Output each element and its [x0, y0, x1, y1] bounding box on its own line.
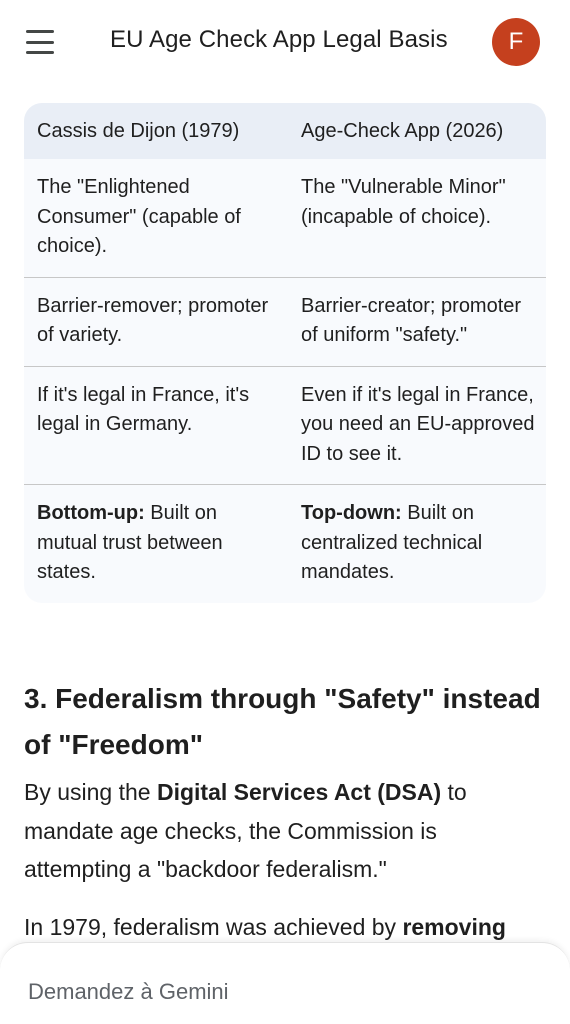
- cell-text: Barrier-creator; promoter of uniform "sa…: [301, 294, 522, 347]
- table-cell: Barrier-remover; promoter of variety.: [24, 277, 290, 366]
- cell-text: Even if it's legal in France, you need a…: [301, 383, 535, 465]
- conversation-title: EU Age Check App Legal Basis: [110, 26, 448, 53]
- table-header-cell: Cassis de Dijon (1979): [37, 120, 240, 142]
- table-header-row: Cassis de Dijon (1979) Age-Check App (20…: [24, 103, 546, 159]
- menu-icon[interactable]: [26, 30, 56, 54]
- section-heading: 3. Federalism through "Safety" instead o…: [24, 683, 541, 760]
- top-app-bar: EU Age Check App Legal Basis F: [0, 0, 570, 86]
- cell-text: The "Enlightened Consumer" (capable of c…: [37, 176, 241, 257]
- table-cell: Even if it's legal in France, you need a…: [290, 366, 546, 485]
- paragraph-text: In 1979, federalism was achieved by: [24, 914, 403, 940]
- prompt-input-bar[interactable]: Demandez à Gemini: [0, 942, 570, 1024]
- table-row: If it's legal in France, it's legal in G…: [24, 366, 546, 485]
- response-paragraph: By using the Digital Services Act (DSA) …: [24, 773, 544, 889]
- table-header-cell: Age-Check App (2026): [301, 120, 504, 142]
- cell-text: Barrier-remover; promoter of variety.: [37, 294, 269, 347]
- cell-bold-text: Bottom-up:: [37, 502, 145, 524]
- cell-text: If it's legal in France, it's legal in G…: [37, 383, 250, 436]
- table-cell: Barrier-creator; promoter of uniform "sa…: [290, 277, 546, 366]
- paragraph-bold-text: Digital Services Act (DSA): [156, 779, 442, 805]
- cell-bold-text: Top-down:: [301, 502, 402, 524]
- table-cell: Top-down: Built on centralized technical…: [290, 485, 546, 603]
- table-cell: The "Enlightened Consumer" (capable of c…: [24, 159, 290, 277]
- table-cell: Bottom-up: Built on mutual trust between…: [24, 485, 290, 603]
- table-row: Barrier-remover; promoter of variety. Ba…: [24, 277, 546, 366]
- response-paragraph: In 1979, federalism was achieved by remo…: [24, 908, 544, 947]
- table-cell: The "Vulnerable Minor" (incapable of cho…: [290, 159, 546, 277]
- comparison-table: Cassis de Dijon (1979) Age-Check App (20…: [24, 103, 546, 603]
- paragraph-bold-text: removing: [402, 914, 506, 940]
- account-avatar[interactable]: F: [492, 18, 540, 66]
- table-cell: If it's legal in France, it's legal in G…: [24, 366, 290, 485]
- paragraph-text: By using the: [24, 779, 157, 805]
- prompt-input[interactable]: Demandez à Gemini: [28, 979, 229, 1005]
- table-row: Bottom-up: Built on mutual trust between…: [24, 484, 546, 603]
- chat-page: EU Age Check App Legal Basis F Cassis de…: [0, 0, 570, 1024]
- table-row: The "Enlightened Consumer" (capable of c…: [24, 159, 546, 277]
- cell-text: The "Vulnerable Minor" (incapable of cho…: [301, 176, 506, 228]
